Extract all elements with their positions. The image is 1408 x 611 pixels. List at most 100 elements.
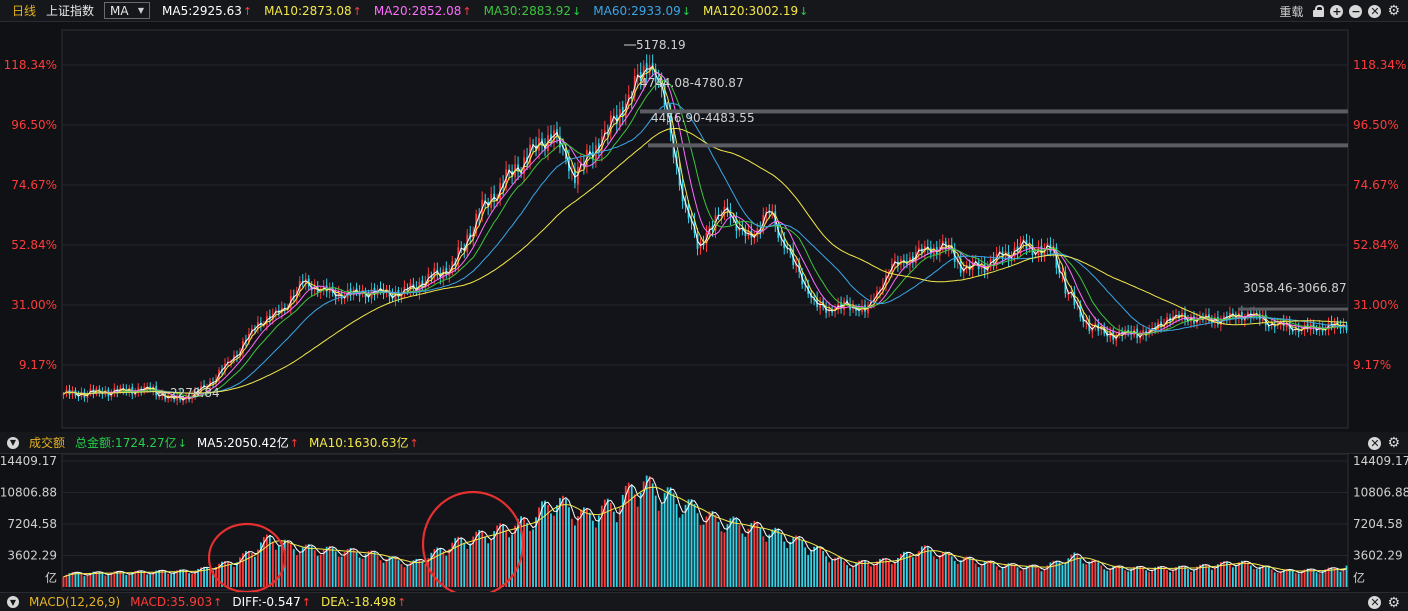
volume-bar: [493, 531, 496, 587]
volume-bar: [445, 555, 448, 587]
gear-icon[interactable]: ⚙: [1387, 3, 1400, 19]
volume-bar: [825, 556, 828, 587]
volume-bar: [636, 506, 639, 587]
volume-bar: [891, 564, 893, 587]
volume-gear-icon[interactable]: ⚙: [1387, 435, 1400, 451]
volume-bar: [496, 525, 499, 587]
volume-bar: [448, 549, 451, 587]
volume-bar: [487, 543, 490, 587]
volume-bar: [663, 493, 666, 587]
volume-bar: [286, 540, 289, 587]
volume-bar: [1273, 572, 1276, 587]
volume-bar: [720, 531, 723, 587]
volume-bar: [125, 575, 128, 587]
volume-bar: [1169, 572, 1171, 587]
volume-bar: [373, 552, 376, 587]
volume-bar: [789, 541, 792, 587]
volume-bar: [968, 557, 971, 587]
volume-axis-label-right: 7204.58: [1353, 517, 1403, 531]
volume-bar: [505, 529, 508, 587]
volume-chart[interactable]: 14409.17 14409.17 10806.88 10806.88 7204.58 7…: [0, 454, 1408, 592]
volume-bar: [732, 516, 735, 587]
volume-bar: [122, 573, 125, 587]
volume-bar: [316, 555, 319, 587]
volume-bar: [615, 522, 618, 587]
volume-bar: [415, 558, 418, 587]
volume-bar: [627, 482, 630, 587]
volume-bar: [965, 556, 968, 587]
volume-bar: [337, 556, 340, 587]
candle-body: [1267, 326, 1270, 328]
ma-legend-item: MA10:2873.08↑: [264, 3, 362, 18]
volume-bar: [1133, 566, 1136, 587]
volume-bar: [511, 534, 513, 587]
volume-bar: [579, 509, 582, 587]
macd-header: ▼ MACD(12,26,9) MACD:35.903↑ DIFF:-0.547…: [0, 592, 1408, 611]
volume-bar: [1031, 564, 1034, 587]
volume-bar: [723, 532, 726, 587]
close-icon[interactable]: ✕: [1368, 4, 1382, 18]
volume-bar: [729, 518, 732, 587]
close-macd-icon[interactable]: ✕: [1368, 596, 1382, 609]
volume-bar: [669, 487, 672, 587]
ma-legend: MA5:2925.63↑ MA10:2873.08↑ MA20:2852.08↑ MA…: [150, 4, 808, 18]
volume-bar: [852, 566, 854, 587]
volume-bar: [379, 560, 382, 587]
macd-title: MACD(12,26,9): [29, 595, 121, 609]
volume-bar: [681, 514, 684, 587]
volume-bar: [696, 513, 699, 587]
volume-bar: [131, 572, 134, 587]
volume-bar: [1073, 552, 1076, 587]
volume-bar: [289, 544, 292, 587]
volume-bar: [457, 536, 460, 587]
volume-bar: [191, 573, 193, 587]
volume-bar: [630, 485, 633, 587]
zoom-in-icon[interactable]: +: [1330, 4, 1344, 18]
volume-bar: [756, 522, 759, 587]
price-axis-label-left: 9.17%: [19, 358, 57, 372]
volume-bar: [1166, 569, 1168, 587]
candle-body: [421, 280, 424, 287]
volume-bar: [855, 562, 857, 587]
volume-bar: [974, 563, 977, 587]
collapse-macd-icon[interactable]: ▼: [7, 596, 19, 608]
volume-bar: [224, 561, 226, 587]
rebuild-button[interactable]: 重载: [1279, 3, 1303, 20]
volume-bar: [1013, 564, 1016, 587]
volume-bar: [62, 576, 65, 587]
volume-bar: [92, 571, 95, 587]
volume-bar: [708, 511, 711, 587]
period-selector[interactable]: 日线: [12, 2, 36, 19]
volume-bar: [765, 541, 768, 587]
price-axis-label-left: 52.84%: [11, 238, 57, 252]
volume-bar: [950, 556, 953, 587]
volume-bar: [1076, 554, 1079, 587]
volume-bar: [908, 553, 911, 587]
volume-bar: [358, 557, 361, 587]
volume-bar: [1315, 572, 1318, 587]
volume-bar: [804, 547, 807, 587]
close-volume-icon[interactable]: ✕: [1368, 436, 1382, 450]
volume-bar: [654, 495, 657, 587]
volume-bar: [867, 563, 869, 587]
volume-bar: [1007, 563, 1010, 587]
macd-gear-icon[interactable]: ⚙: [1387, 595, 1400, 611]
candle-body: [819, 302, 822, 309]
volume-bar: [1187, 569, 1189, 587]
price-chart[interactable]: 118.34% 118.34% 96.50% 96.50% 74.67% 74.67% 52…: [0, 22, 1408, 432]
volume-bar: [956, 563, 959, 587]
volume-bar: [780, 534, 783, 587]
indicator-select[interactable]: MA ▼: [104, 2, 151, 19]
volume-bar: [624, 485, 627, 587]
collapse-volume-icon[interactable]: ▼: [7, 436, 19, 449]
volume-bar: [989, 561, 992, 587]
volume-bar: [1264, 565, 1267, 587]
volume-bar: [1130, 568, 1133, 587]
volume-bar: [367, 551, 370, 587]
lock-icon[interactable]: [1313, 5, 1325, 17]
volume-bar: [953, 560, 956, 587]
zoom-out-icon[interactable]: −: [1349, 4, 1363, 18]
volume-bar: [651, 483, 654, 587]
volume-bar: [268, 535, 271, 587]
volume-bar: [1285, 569, 1288, 587]
